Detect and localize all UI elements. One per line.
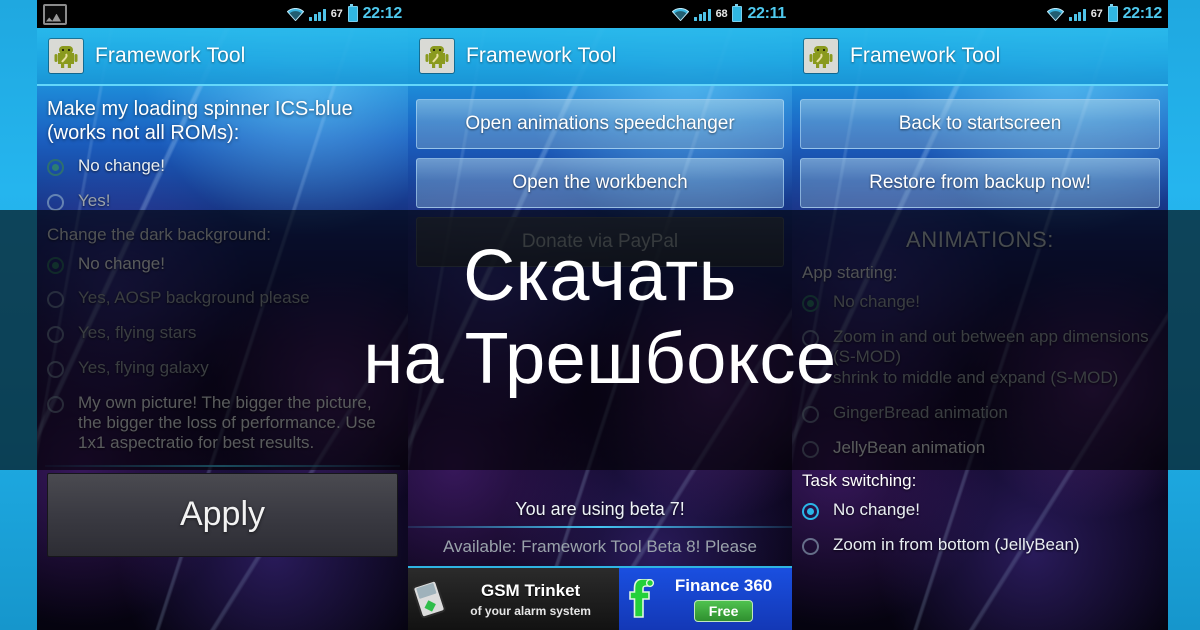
app-title-bar: Framework Tool: [792, 28, 1168, 86]
android-robot-icon: [804, 39, 838, 73]
ad-gsm-trinket[interactable]: GSM Trinket of your alarm system: [408, 568, 620, 630]
ad-free-badge: Free: [693, 600, 754, 622]
status-bar: 67 22:12: [37, 0, 408, 28]
beta-version-label: You are using beta 7!: [515, 499, 685, 519]
background-section-title: Change the dark background:: [47, 224, 271, 244]
phone-panel-main-menu: 68 22:11 Framework Tool Open animations …: [408, 0, 792, 630]
radio-icon[interactable]: [802, 440, 819, 458]
signal-bars-icon: [1069, 8, 1086, 21]
wifi-icon: [1047, 7, 1065, 21]
signal-bars-icon: [309, 8, 326, 21]
radio-row-appstart-jellybean[interactable]: JellyBean animation: [792, 431, 1168, 466]
radio-label: Zoom in from bottom (JellyBean): [833, 535, 1080, 555]
radio-label: shrink to middle and expand (S-MOD): [833, 368, 1119, 388]
restore-from-backup-button[interactable]: Restore from backup now!: [800, 158, 1160, 208]
app-title: Framework Tool: [466, 44, 617, 67]
radio-label: Yes, AOSP background please: [78, 288, 310, 308]
radio-icon[interactable]: [47, 193, 64, 211]
battery-icon: [732, 4, 743, 22]
picture-icon: [43, 3, 67, 25]
wallpaper-strip-right: [1168, 0, 1200, 630]
radio-icon[interactable]: [802, 295, 819, 312]
radio-label: No change!: [833, 292, 920, 311]
android-robot-icon: [49, 39, 83, 73]
radio-label: Zoom in and out between app dimensions (…: [833, 326, 1149, 367]
battery-icon: [1107, 4, 1118, 22]
beta-status-area: You are using beta 7! Available: Framewo…: [408, 493, 792, 630]
donate-paypal-button[interactable]: Donate via PayPal: [416, 217, 784, 267]
radio-row-appstart-gingerbread[interactable]: GingerBread animation: [792, 396, 1168, 431]
divider: [45, 464, 400, 467]
radio-label: GingerBread animation: [833, 402, 1008, 422]
battery-percent-label: 68: [715, 8, 728, 20]
radio-label: Yes, flying stars: [78, 323, 197, 343]
radio-label: JellyBean animation: [833, 437, 986, 457]
ad-title: Finance 360: [674, 576, 773, 595]
radio-icon[interactable]: [802, 538, 819, 556]
status-clock: 22:12: [1122, 5, 1163, 22]
radio-label: Yes, flying galaxy: [78, 357, 209, 377]
radio-row-bg-stars[interactable]: Yes, flying stars: [37, 316, 408, 351]
radio-label: No change!: [78, 253, 165, 273]
task-switching-title: Task switching:: [802, 471, 917, 491]
ad-subtitle: of your alarm system: [470, 603, 591, 618]
status-clock: 22:12: [362, 5, 403, 22]
radio-label: No change!: [78, 156, 165, 176]
app-starting-title: App starting:: [802, 263, 898, 282]
app-title: Framework Tool: [850, 44, 1001, 67]
app-title: Framework Tool: [95, 44, 246, 67]
radio-label: Yes!: [78, 190, 111, 210]
radio-icon[interactable]: [47, 395, 64, 413]
radio-row-appstart-no-change[interactable]: No change!: [792, 285, 1168, 320]
spinner-headline: Make my loading spinner ICS-blue (works …: [47, 98, 353, 144]
radio-row-spinner-yes[interactable]: Yes!: [37, 184, 408, 219]
screenshot-stage: 67 22:12 Framework Tool Make my loading …: [0, 0, 1200, 630]
status-bar: 67 22:12: [792, 0, 1168, 28]
radio-icon[interactable]: [47, 159, 64, 177]
radio-row-appstart-zoom-inout[interactable]: Zoom in and out between app dimensions (…: [792, 320, 1168, 375]
radio-icon[interactable]: [47, 256, 64, 274]
ad-finance-360[interactable]: Finance 360 Free: [619, 568, 792, 630]
radio-row-bg-no-change[interactable]: No change!: [37, 247, 408, 282]
radio-row-taskswitch-no-change[interactable]: No change!: [792, 493, 1168, 528]
radio-icon[interactable]: [47, 291, 64, 309]
open-animations-speedchanger-button[interactable]: Open animations speedchanger: [416, 99, 784, 149]
battery-percent-label: 67: [1090, 8, 1103, 20]
status-clock: 22:11: [747, 5, 786, 22]
android-robot-icon: [420, 39, 454, 73]
wallpaper-strip-left: [0, 0, 37, 630]
signal-bars-icon: [694, 8, 711, 21]
radio-icon[interactable]: [802, 329, 819, 347]
ad-banner[interactable]: GSM Trinket of your alarm system Finance…: [408, 566, 792, 630]
battery-percent-label: 67: [330, 8, 343, 20]
radio-row-bg-own-picture[interactable]: My own picture! The bigger the picture, …: [37, 386, 408, 461]
apply-button[interactable]: Apply: [47, 472, 398, 557]
open-workbench-button[interactable]: Open the workbench: [416, 158, 784, 208]
radio-row-spinner-no-change[interactable]: No change!: [37, 149, 408, 184]
radio-label: My own picture! The bigger the picture, …: [78, 392, 376, 453]
phone-panel-spinner-settings: 67 22:12 Framework Tool Make my loading …: [37, 0, 408, 630]
radio-icon[interactable]: [47, 326, 64, 344]
status-bar: 68 22:11: [408, 0, 792, 28]
ad-title: GSM Trinket: [481, 580, 581, 600]
back-to-startscreen-button[interactable]: Back to startscreen: [800, 99, 1160, 149]
beta-available-label: Available: Framework Tool Beta 8! Please: [442, 537, 758, 556]
radio-icon[interactable]: [802, 405, 819, 423]
wifi-icon: [672, 7, 690, 21]
radio-icon[interactable]: [802, 503, 819, 521]
radio-label: No change!: [833, 500, 920, 520]
facebook-f-icon: [625, 578, 655, 619]
radio-row-bg-galaxy[interactable]: Yes, flying galaxy: [37, 351, 408, 386]
radio-row-bg-aosp[interactable]: Yes, AOSP background please: [37, 281, 408, 316]
radio-row-taskswitch-zoom-bottom[interactable]: Zoom in from bottom (JellyBean): [792, 528, 1168, 563]
app-title-bar: Framework Tool: [408, 28, 792, 86]
battery-icon: [347, 4, 358, 22]
phone-icon: [411, 578, 447, 620]
animations-section-title: ANIMATIONS:: [906, 227, 1054, 252]
radio-icon[interactable]: [47, 360, 64, 378]
wifi-icon: [287, 7, 305, 21]
app-title-bar: Framework Tool: [37, 28, 408, 86]
phone-panel-animations: 67 22:12 Framework Tool Back to startscr…: [792, 0, 1168, 630]
